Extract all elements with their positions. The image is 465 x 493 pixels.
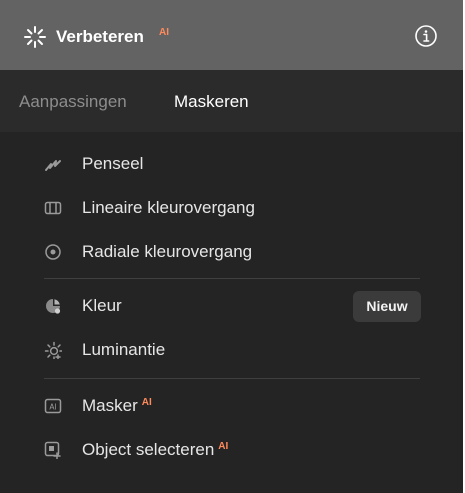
tab-maskeren[interactable]: Maskeren: [174, 92, 249, 112]
linear-gradient-icon: [44, 201, 62, 215]
menu-item-label: Masker AI: [82, 396, 152, 415]
menu-item-label: Luminantie: [82, 340, 166, 359]
ai-badge: AI: [218, 441, 229, 452]
menu-item-radiale-kleurovergang[interactable]: Radiale kleurovergang: [44, 238, 424, 268]
ai-mask-icon: AI: [44, 398, 62, 414]
new-badge: Nieuw: [353, 291, 421, 322]
select-object-icon: [44, 441, 61, 459]
menu-item-label: Kleur: [82, 296, 122, 315]
panel-header: Verbeteren AI: [0, 0, 463, 70]
tab-bar: Aanpassingen Maskeren: [0, 70, 463, 132]
masking-panel: Verbeteren AI Aanpassingen Maskeren Pens…: [0, 0, 465, 493]
menu-item-penseel[interactable]: Penseel: [44, 150, 424, 180]
divider: [44, 278, 420, 279]
radial-gradient-icon: [45, 244, 61, 260]
menu-item-masker[interactable]: AI Masker AI: [44, 392, 424, 422]
menu-item-label: Lineaire kleurovergang: [82, 198, 255, 217]
tab-aanpassingen[interactable]: Aanpassingen: [19, 92, 127, 112]
menu-item-luminantie[interactable]: Luminantie: [44, 336, 424, 366]
panel-title: Verbeteren: [56, 27, 144, 46]
svg-text:AI: AI: [49, 403, 56, 412]
divider: [44, 378, 420, 379]
luminance-icon: [44, 341, 62, 359]
menu-item-label: Penseel: [82, 154, 144, 173]
brush-icon: [45, 160, 61, 171]
menu-item-object-selecteren[interactable]: Object selecteren AI: [44, 436, 424, 466]
menu-item-label: Object selecteren AI: [82, 440, 229, 459]
ai-badge: AI: [141, 397, 152, 408]
menu-item-lineaire-kleurovergang[interactable]: Lineaire kleurovergang: [44, 194, 424, 224]
sparkle-icon: [24, 26, 46, 48]
color-icon: [46, 299, 61, 314]
info-icon[interactable]: [414, 24, 438, 48]
ai-badge: AI: [159, 27, 169, 38]
menu-item-label: Radiale kleurovergang: [82, 242, 253, 261]
